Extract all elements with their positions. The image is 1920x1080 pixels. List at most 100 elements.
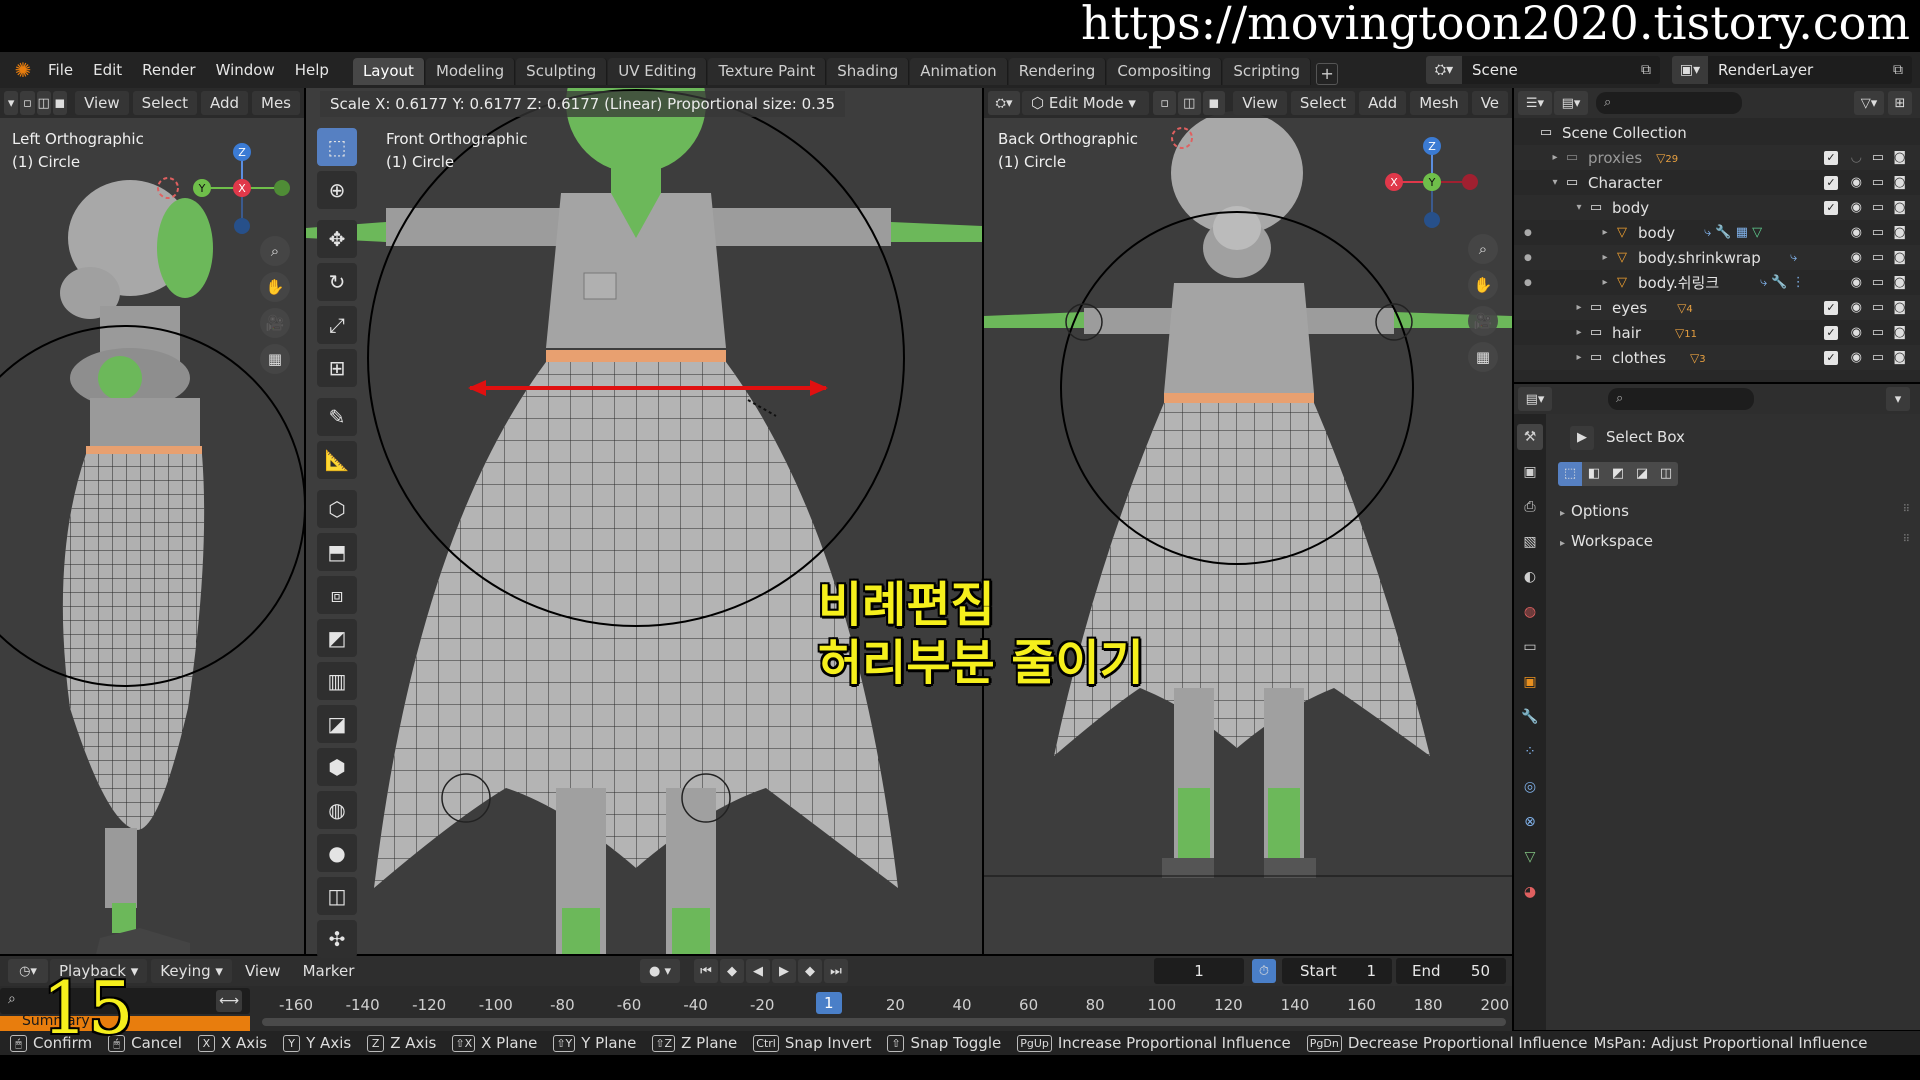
tab-scripting[interactable]: Scripting bbox=[1223, 58, 1312, 85]
zoom-icon[interactable]: ⌕ bbox=[260, 236, 290, 266]
options-dropdown-icon[interactable]: ▾ bbox=[1886, 387, 1910, 411]
material-tab-icon[interactable]: ◕ bbox=[1517, 879, 1543, 905]
physics-tab-icon[interactable]: ◎ bbox=[1517, 774, 1543, 800]
copy-scene-icon[interactable]: ⧉ bbox=[1632, 62, 1660, 78]
navigation-gizmo[interactable]: Z Y X bbox=[1382, 132, 1482, 232]
current-frame-field[interactable]: 1 bbox=[1154, 958, 1244, 984]
view-menu[interactable]: View bbox=[75, 91, 129, 115]
mesh-menu[interactable]: Mes bbox=[252, 91, 300, 115]
tab-texture-paint[interactable]: Texture Paint bbox=[708, 58, 827, 85]
exclude-checkbox[interactable]: ✓ bbox=[1824, 175, 1838, 190]
timeline[interactable]: ◷▾ Playback ▾ Keying ▾ View Marker ● ▾ ⏮… bbox=[0, 956, 1512, 1031]
menu-window[interactable]: Window bbox=[206, 52, 285, 88]
render-layer-selector[interactable]: ▣▾ RenderLayer ⧉ bbox=[1672, 56, 1912, 84]
viewport-monitor-icon[interactable]: ▭ bbox=[1872, 250, 1884, 265]
smooth-tool-icon[interactable]: ● bbox=[317, 834, 357, 872]
visibility-eye-icon[interactable]: ◉ bbox=[1851, 350, 1862, 365]
properties-search-input[interactable]: ⌕ bbox=[1608, 388, 1754, 410]
panel-drag-handle[interactable]: ⠿ bbox=[1903, 534, 1910, 545]
mode-intersect-icon[interactable]: ◫ bbox=[1654, 462, 1678, 486]
panel-drag-handle[interactable]: ⠿ bbox=[1903, 504, 1910, 515]
move-tool-icon[interactable]: ✥ bbox=[317, 220, 357, 258]
select-mode-vertex-icon[interactable]: ▫ bbox=[1153, 91, 1176, 115]
left-viewport[interactable]: ▾ ▫ ◫ ◼ View Select Add Mes Left Orthogr… bbox=[0, 88, 304, 954]
editor-type-icon[interactable]: ☰▾ bbox=[1518, 91, 1552, 115]
visibility-eye-icon[interactable]: ◡ bbox=[1851, 150, 1862, 165]
outliner-row[interactable]: ● ▸ ▽ body ⤷ 🔧 ▦ ▽ ◉ ▭ ◙ bbox=[1514, 220, 1920, 245]
exclude-checkbox[interactable]: ✓ bbox=[1824, 150, 1838, 165]
outliner-row[interactable]: ▾ ▭ Character ✓ ◉ ▭ ◙ bbox=[1514, 170, 1920, 195]
tab-uv-editing[interactable]: UV Editing bbox=[608, 58, 708, 85]
spin-tool-icon[interactable]: ◍ bbox=[317, 791, 357, 829]
outliner-row[interactable]: ▸ ▭ clothes ▽3 ✓ ◉ ▭ ◙ bbox=[1514, 345, 1920, 370]
select-box-tool-icon[interactable]: ⬚ bbox=[317, 128, 357, 166]
bevel-tool-icon[interactable]: ◩ bbox=[317, 619, 357, 657]
visibility-eye-icon[interactable]: ◉ bbox=[1851, 325, 1862, 340]
tab-compositing[interactable]: Compositing bbox=[1107, 58, 1223, 85]
outliner-row[interactable]: ▸ ▭ proxies ▽29 ✓ ◡ ▭ ◙ bbox=[1514, 145, 1920, 170]
tab-modeling[interactable]: Modeling bbox=[425, 58, 516, 85]
object-tab-icon[interactable]: ▣ bbox=[1517, 669, 1543, 695]
exclude-checkbox[interactable]: ✓ bbox=[1824, 200, 1838, 215]
play-icon[interactable]: ▶ bbox=[772, 959, 796, 983]
editor-type-icon[interactable]: ⛭▾ bbox=[988, 91, 1021, 115]
scale-tool-icon[interactable]: ⤢ bbox=[317, 306, 357, 344]
render-camera-icon[interactable]: ◙ bbox=[1893, 150, 1906, 165]
editor-type-icon[interactable]: ▾ bbox=[4, 91, 19, 115]
render-camera-icon[interactable]: ◙ bbox=[1893, 225, 1906, 240]
outliner-row[interactable]: ● ▸ ▽ body.shrinkwrap ⤷ ◉ ▭ ◙ bbox=[1514, 245, 1920, 270]
timeline-scrollbar[interactable] bbox=[262, 1018, 1506, 1026]
next-keyframe-icon[interactable]: ◆ bbox=[798, 959, 822, 983]
auto-keying-icon[interactable]: ● ▾ bbox=[640, 959, 680, 983]
mode-subtract-icon[interactable]: ◩ bbox=[1606, 462, 1630, 486]
data-tab-icon[interactable]: ▽ bbox=[1517, 844, 1543, 870]
tab-layout[interactable]: Layout bbox=[352, 58, 425, 85]
viewport-monitor-icon[interactable]: ▭ bbox=[1872, 150, 1884, 165]
add-menu[interactable]: Add bbox=[1359, 91, 1407, 115]
mode-selector[interactable]: ⬡ Edit Mode ▾ bbox=[1022, 91, 1150, 115]
editor-type-icon[interactable]: ▤▾ bbox=[1518, 387, 1552, 411]
new-collection-icon[interactable]: ⊞ bbox=[1888, 91, 1912, 115]
view-layer-tab-icon[interactable]: ▧ bbox=[1517, 529, 1543, 555]
render-camera-icon[interactable]: ◙ bbox=[1893, 275, 1906, 290]
menu-file[interactable]: File bbox=[38, 52, 83, 88]
scene-tab-icon[interactable]: ◐ bbox=[1517, 564, 1543, 590]
view-menu[interactable]: View bbox=[1233, 91, 1287, 115]
visibility-eye-icon[interactable]: ◉ bbox=[1851, 250, 1862, 265]
expand-arrow-icon[interactable]: ▸ bbox=[1572, 302, 1586, 313]
mode-extend-icon[interactable]: ◧ bbox=[1582, 462, 1606, 486]
select-mode-vertex-icon[interactable]: ▫ bbox=[20, 91, 35, 115]
tab-animation[interactable]: Animation bbox=[910, 58, 1008, 85]
loop-cut-tool-icon[interactable]: ▥ bbox=[317, 662, 357, 700]
particles-tab-icon[interactable]: ⁘ bbox=[1517, 739, 1543, 765]
visibility-eye-icon[interactable]: ◉ bbox=[1851, 275, 1862, 290]
current-frame-marker[interactable]: 1 bbox=[815, 992, 842, 1014]
outliner[interactable]: ☰▾ ▤▾ ⌕ ▽▾ ⊞ ▭ Scene Collection ▸ ▭ prox… bbox=[1514, 88, 1920, 382]
jump-start-icon[interactable]: ⏮ bbox=[694, 959, 718, 983]
shrink-fatten-tool-icon[interactable]: ✣ bbox=[317, 920, 357, 958]
copy-layer-icon[interactable]: ⧉ bbox=[1884, 62, 1912, 78]
blender-logo-icon[interactable]: ✺ bbox=[8, 55, 38, 85]
render-camera-icon[interactable]: ◙ bbox=[1893, 250, 1906, 265]
visibility-eye-icon[interactable]: ◉ bbox=[1851, 175, 1862, 190]
render-camera-icon[interactable]: ◙ bbox=[1893, 325, 1906, 340]
world-tab-icon[interactable]: ◍ bbox=[1517, 599, 1543, 625]
vertex-menu[interactable]: Ve bbox=[1471, 91, 1509, 115]
exclude-checkbox[interactable]: ✓ bbox=[1824, 300, 1838, 315]
menu-render[interactable]: Render bbox=[132, 52, 205, 88]
outliner-row[interactable]: ▾ ▭ body ✓ ◉ ▭ ◙ bbox=[1514, 195, 1920, 220]
filter-icon[interactable]: ▽▾ bbox=[1854, 91, 1884, 115]
expand-arrow-icon[interactable]: ▸ bbox=[1572, 327, 1586, 338]
modifier-tab-icon[interactable]: 🔧 bbox=[1517, 704, 1543, 730]
select-mode-edge-icon[interactable]: ◫ bbox=[36, 91, 51, 115]
zoom-icon[interactable]: ⌕ bbox=[1468, 234, 1498, 264]
render-camera-icon[interactable]: ◙ bbox=[1893, 350, 1906, 365]
expand-arrow-icon[interactable]: ▸ bbox=[1598, 227, 1612, 238]
view-menu[interactable]: View bbox=[236, 959, 290, 983]
keying-menu[interactable]: Keying ▾ bbox=[151, 959, 232, 983]
outliner-search-input[interactable]: ⌕ bbox=[1596, 92, 1742, 114]
outliner-row[interactable]: ▸ ▭ hair ▽11 ✓ ◉ ▭ ◙ bbox=[1514, 320, 1920, 345]
select-mode-face-icon[interactable]: ◼ bbox=[1202, 91, 1226, 115]
constraints-tab-icon[interactable]: ⊗ bbox=[1517, 809, 1543, 835]
expand-arrow-icon[interactable]: ▸ bbox=[1548, 152, 1562, 163]
